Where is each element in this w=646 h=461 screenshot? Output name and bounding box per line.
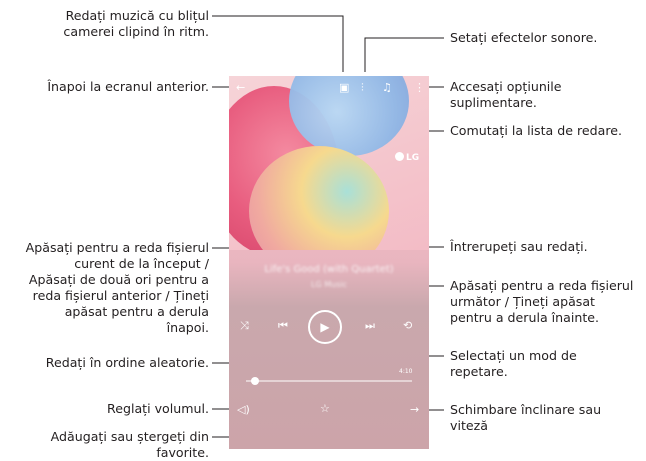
equalizer-icon[interactable]: ⫶	[361, 82, 364, 93]
volume-icon[interactable]: ◁)	[237, 404, 250, 415]
leader-sound-effects	[364, 37, 444, 72]
speed-icon[interactable]: →	[410, 404, 419, 415]
shuffle-icon[interactable]: ⤨	[240, 320, 249, 331]
favorite-icon[interactable]: ☆	[320, 403, 330, 414]
flash-icon[interactable]: ▣	[339, 82, 349, 93]
seek-thumb[interactable]	[251, 377, 259, 385]
seek-bar[interactable]	[246, 380, 412, 382]
playlist-icon[interactable]: ♫	[382, 82, 392, 93]
leader-flash	[212, 15, 344, 72]
album-art: LG	[229, 76, 429, 250]
artist-name: LG Music	[311, 280, 347, 289]
song-title: Life's Good (with Quartet)	[264, 264, 394, 275]
total-time: 4:10	[399, 368, 413, 375]
music-player-screenshot: LG ← ▣ ⫶ ♫ ⋮ Life's Good (with Quartet) …	[229, 76, 429, 449]
repeat-icon[interactable]: ⟲	[403, 320, 412, 331]
more-icon[interactable]: ⋮	[414, 82, 425, 93]
lg-logo: LG	[395, 152, 419, 163]
play-button[interactable]: ▶	[308, 310, 342, 344]
back-icon[interactable]: ←	[236, 82, 245, 93]
previous-icon[interactable]: ⏮	[278, 320, 288, 331]
next-icon[interactable]: ⏭	[365, 320, 375, 331]
play-icon: ▶	[320, 320, 330, 334]
